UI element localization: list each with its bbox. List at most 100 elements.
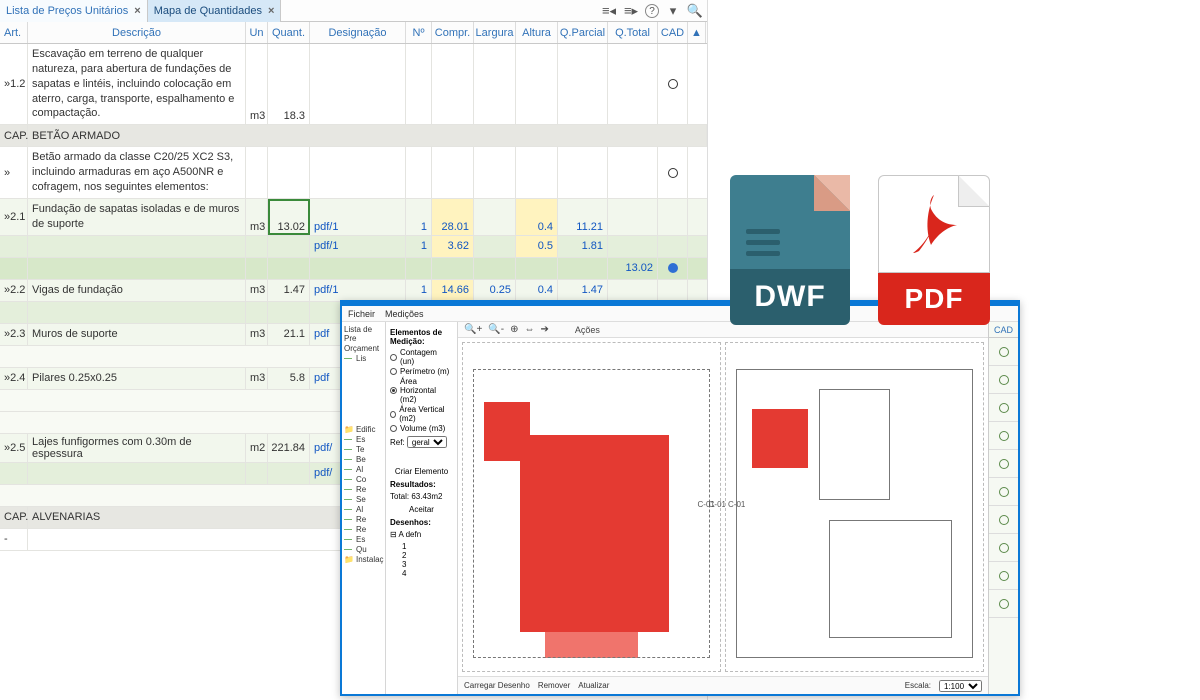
outdent-icon[interactable]: ≡◂: [601, 3, 617, 19]
radio-volume[interactable]: Volume (m3): [390, 424, 453, 433]
header-un[interactable]: Un: [246, 22, 268, 43]
radio-area-horiz[interactable]: Área Horizontal (m2): [390, 377, 453, 404]
header-qpar[interactable]: Q.Parcial: [558, 22, 608, 43]
cell-qtot: [608, 44, 658, 124]
indent-icon[interactable]: ≡▸: [623, 3, 639, 19]
header-quant[interactable]: Quant.: [268, 22, 310, 43]
tree-leaf[interactable]: Lis: [344, 354, 383, 363]
cell-desig[interactable]: pdf/1: [310, 236, 406, 257]
layer-2[interactable]: 2: [402, 551, 453, 560]
next-icon[interactable]: ➔: [540, 324, 548, 335]
close-icon[interactable]: ×: [134, 5, 140, 17]
cell-qpar: 1.81: [558, 236, 608, 257]
load-drawing-button[interactable]: Carregar Desenho: [464, 681, 530, 690]
cad-cell[interactable]: [989, 450, 1018, 478]
cell-quant[interactable]: 13.02: [268, 199, 310, 235]
table-row[interactable]: » Betão armado da classe C20/25 XC2 S3, …: [0, 147, 707, 199]
cad-cell[interactable]: [989, 422, 1018, 450]
tree-folder[interactable]: Edific: [344, 425, 383, 434]
cell-cad[interactable]: [658, 258, 688, 279]
radio-area-vert[interactable]: Área Vertical (m2): [390, 405, 453, 423]
tree-leaf[interactable]: Qu: [344, 545, 383, 554]
cell-cad[interactable]: [658, 44, 688, 124]
cell-compr: 3.62: [432, 236, 474, 257]
tree-leaf[interactable]: Se: [344, 495, 383, 504]
tab-lista-precos[interactable]: Lista de Preços Unitários ×: [0, 0, 148, 22]
cad-cell[interactable]: [989, 338, 1018, 366]
cad-cell[interactable]: [989, 478, 1018, 506]
cell-desig[interactable]: pdf/1: [310, 199, 406, 235]
header-desig[interactable]: Designação: [310, 22, 406, 43]
create-element-button[interactable]: Criar Elemento: [390, 467, 453, 476]
header-compr[interactable]: Compr.: [432, 22, 474, 43]
tree-leaf[interactable]: Es: [344, 535, 383, 544]
cad-cell[interactable]: [989, 590, 1018, 618]
zoom-out-icon[interactable]: 🔍-: [488, 324, 504, 335]
cad-ring-icon: [999, 431, 1009, 441]
tree-leaf[interactable]: Es: [344, 435, 383, 444]
tree-leaf[interactable]: Co: [344, 475, 383, 484]
tree-tab[interactable]: Lista de Pre: [344, 325, 383, 343]
cad-cell[interactable]: [989, 534, 1018, 562]
cell-cad[interactable]: [658, 147, 688, 198]
help-icon[interactable]: ?: [645, 4, 659, 18]
table-row[interactable]: »2.2 Vigas de fundação m3 1.47 pdf/1 1 1…: [0, 280, 707, 302]
header-scroll: ▲: [688, 22, 706, 43]
zoom-in-icon[interactable]: 🔍+: [464, 324, 482, 335]
zoom-fit-icon[interactable]: ⊕: [510, 324, 518, 335]
tree-leaf[interactable]: Al: [344, 465, 383, 474]
table-row[interactable]: pdf/1 1 3.62 0.5 1.81: [0, 236, 707, 258]
cad-cell[interactable]: [989, 366, 1018, 394]
remove-button[interactable]: Remover: [538, 681, 570, 690]
pan-icon[interactable]: ⇔: [524, 324, 534, 335]
cell-desig[interactable]: pdf/1: [310, 280, 406, 301]
draw-item[interactable]: A defn: [398, 530, 421, 539]
tab-mapa-quantidades[interactable]: Mapa de Quantidades ×: [148, 0, 282, 22]
dropdown-icon[interactable]: ▾: [665, 3, 681, 19]
menu-file[interactable]: Ficheir: [348, 309, 375, 319]
header-cad[interactable]: CAD: [658, 22, 688, 43]
header-larg[interactable]: Largura: [474, 22, 516, 43]
scale-select[interactable]: 1:100: [939, 680, 982, 692]
ref-select[interactable]: geral: [407, 436, 447, 448]
tree-leaf[interactable]: Te: [344, 445, 383, 454]
layer-3[interactable]: 3: [402, 560, 453, 569]
radio-contagem[interactable]: Contagem (un): [390, 348, 453, 366]
table-row[interactable]: »2.1 Fundação de sapatas isoladas e de m…: [0, 199, 707, 236]
plan-right[interactable]: C-01: [725, 342, 984, 672]
table-row-cap[interactable]: CAP. BETÃO ARMADO: [0, 125, 707, 147]
tree-leaf[interactable]: Re: [344, 515, 383, 524]
header-desc[interactable]: Descrição: [28, 22, 246, 43]
tree-leaf[interactable]: Al: [344, 505, 383, 514]
search-icon[interactable]: 🔍: [687, 3, 703, 19]
cell-desc: Betão armado da classe C20/25 XC2 S3, in…: [28, 147, 246, 198]
tree-leaf[interactable]: Re: [344, 485, 383, 494]
update-button[interactable]: Atualizar: [578, 681, 609, 690]
tree-leaf[interactable]: Re: [344, 525, 383, 534]
close-icon[interactable]: ×: [268, 5, 274, 17]
header-art[interactable]: Art.: [0, 22, 28, 43]
ref-label: Ref:: [390, 438, 405, 447]
table-row[interactable]: »1.2 Escavação em terreno de qualquer na…: [0, 44, 707, 125]
layer-4[interactable]: 4: [402, 569, 453, 578]
layer-1[interactable]: 1: [402, 542, 453, 551]
accept-button[interactable]: Aceitar: [390, 505, 453, 514]
radio-perimetro[interactable]: Perímetro (m): [390, 367, 453, 376]
tree-node[interactable]: Orçament: [344, 344, 383, 353]
cad-ring-icon: [999, 571, 1009, 581]
cad-cell[interactable]: [989, 506, 1018, 534]
plan-area[interactable]: C-01 C-01 C-01: [458, 338, 988, 676]
actions-label[interactable]: Ações: [575, 325, 600, 335]
header-no[interactable]: Nº: [406, 22, 432, 43]
tree-leaf[interactable]: Be: [344, 455, 383, 464]
header-alt[interactable]: Altura: [516, 22, 558, 43]
plan-left[interactable]: C-01 C-01: [462, 342, 721, 672]
table-row-total[interactable]: 13.02: [0, 258, 707, 280]
tree-folder[interactable]: Instalaç: [344, 555, 383, 564]
cad-cell[interactable]: [989, 562, 1018, 590]
menu-medicoes[interactable]: Medições: [385, 309, 424, 319]
header-qtot[interactable]: Q.Total: [608, 22, 658, 43]
cell-compr: [432, 44, 474, 124]
cell-larg: 0.25: [474, 280, 516, 301]
cad-cell[interactable]: [989, 394, 1018, 422]
